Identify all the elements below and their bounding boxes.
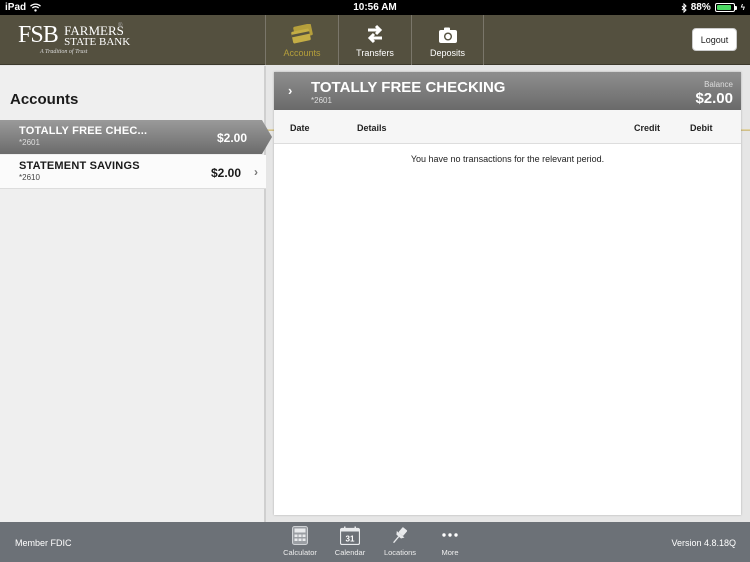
more-label: More [441, 548, 459, 557]
nav-tab-accounts[interactable]: Accounts [265, 15, 338, 65]
transactions-table-header: Date Details Credit Debit [274, 110, 741, 144]
empty-transactions-message: You have no transactions for the relevan… [410, 154, 605, 164]
nav-tab-deposits[interactable]: Deposits [411, 15, 484, 65]
locations-button[interactable]: Locations [378, 526, 422, 557]
calculator-button[interactable]: Calculator [278, 526, 322, 557]
battery-icon [714, 3, 737, 12]
account-balance: $2.00 [210, 166, 241, 180]
balance-value: $2.00 [695, 90, 733, 107]
logo-abbr: FSB [18, 22, 59, 48]
map-pin-icon [393, 527, 408, 544]
account-detail-header: › TOTALLY FREE CHECKING *2601 Balance $2… [274, 72, 741, 110]
sidebar-title: Accounts [10, 91, 79, 108]
logo-tagline: A Tradition of Trust [40, 49, 88, 55]
calculator-icon [292, 526, 308, 545]
more-dots-icon [442, 533, 458, 537]
account-detail-panel: › TOTALLY FREE CHECKING *2601 Balance $2… [274, 72, 741, 515]
column-header-credit[interactable]: Credit [634, 123, 660, 133]
main-nav: Accounts Transfers Deposits [265, 15, 484, 65]
account-balance: $2.00 [216, 131, 247, 145]
camera-icon [438, 27, 457, 43]
app-footer: Member FDIC Calculator 31 Calendar Locat… [0, 522, 750, 562]
column-header-debit[interactable]: Debit [690, 123, 713, 133]
nav-tab-label: Deposits [429, 48, 465, 58]
bluetooth-icon [681, 2, 687, 13]
svg-text:31: 31 [346, 535, 355, 544]
clock: 10:56 AM [353, 2, 397, 13]
battery-percent: 88% [690, 2, 711, 13]
accounts-sidebar: Accounts TOTALLY FREE CHEC... *2601 $2.0… [0, 66, 272, 522]
calendar-label: Calendar [334, 548, 366, 557]
balance-label: Balance [704, 80, 733, 89]
column-header-date[interactable]: Date [290, 123, 310, 133]
column-header-details[interactable]: Details [357, 123, 387, 133]
nav-tab-label: Transfers [356, 48, 394, 58]
account-item-savings[interactable]: STATEMENT SAVINGS *2610 $2.00 › [0, 155, 266, 189]
app-header: FSB FARMERS STATE BANK ® A Tradition of … [0, 15, 750, 65]
logo-registered-mark: ® [118, 23, 123, 29]
nav-tab-label: Accounts [283, 48, 321, 58]
calendar-button[interactable]: 31 Calendar [328, 526, 372, 557]
member-fdic-label: Member FDIC [15, 538, 72, 548]
chevron-right-icon[interactable]: › [288, 83, 292, 98]
nav-tab-transfers[interactable]: Transfers [338, 15, 411, 65]
credit-card-icon [291, 24, 313, 44]
battery-level [716, 5, 731, 10]
more-button[interactable]: More [428, 526, 472, 557]
account-detail-title: TOTALLY FREE CHECKING [311, 79, 506, 96]
logo-name-line2: STATE BANK [64, 36, 131, 48]
app-version: Version 4.8.18Q [671, 538, 736, 548]
charging-icon: ϟ [740, 3, 745, 12]
account-detail-number: *2601 [311, 96, 332, 105]
calendar-icon: 31 [340, 526, 360, 545]
bank-logo: FSB FARMERS STATE BANK ® A Tradition of … [18, 23, 130, 55]
locations-label: Locations [383, 548, 417, 557]
chevron-right-icon: › [254, 165, 258, 179]
transfer-arrows-icon [367, 24, 383, 44]
connector-line [741, 129, 750, 131]
status-bar: iPad 10:56 AM 88% ϟ [0, 0, 750, 15]
account-item-checking[interactable]: TOTALLY FREE CHEC... *2601 $2.00 [0, 120, 272, 154]
calculator-label: Calculator [283, 548, 317, 557]
logout-button[interactable]: Logout [692, 28, 737, 51]
